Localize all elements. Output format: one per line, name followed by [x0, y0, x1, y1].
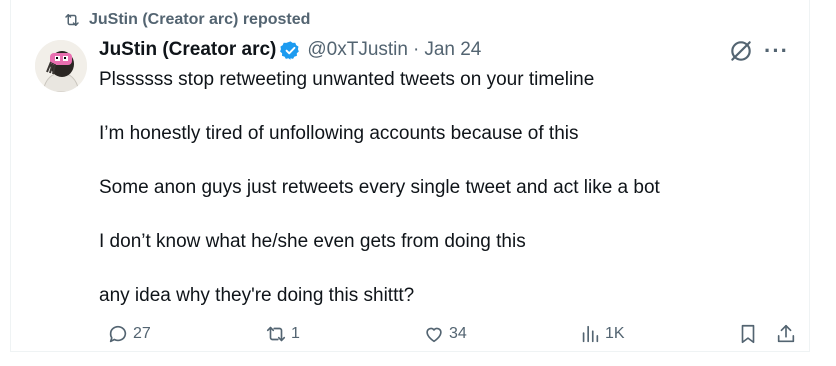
tweet-card[interactable]: JuStin (Creator arc) reposted JuStin (Cr… — [10, 0, 810, 352]
separator-dot: · — [412, 39, 420, 60]
like-button[interactable]: 34 — [423, 323, 467, 345]
views-count: 1K — [605, 325, 625, 342]
repost-indicator[interactable]: JuStin (Creator arc) reposted — [63, 10, 310, 30]
more-icon[interactable]: ··· — [764, 40, 789, 62]
reply-icon — [109, 325, 127, 343]
author-name[interactable]: JuStin (Creator arc) — [99, 39, 276, 61]
repost-icon — [65, 14, 79, 26]
verified-badge-icon — [280, 40, 300, 60]
tweet-line: Plssssss stop retweeting unwanted tweets… — [99, 69, 595, 90]
retweet-button[interactable]: 1 — [265, 323, 300, 345]
repost-text: JuStin (Creator arc) reposted — [89, 11, 311, 28]
share-icon — [777, 324, 795, 343]
tweet-text: Plssssss stop retweeting unwanted tweets… — [99, 66, 789, 336]
views-icon — [582, 325, 599, 343]
tweet-date[interactable]: Jan 24 — [424, 39, 481, 61]
tweet-line: I don’t know what he/she even gets from … — [99, 231, 526, 252]
retweet-icon — [266, 326, 286, 342]
tweet-line: I’m honestly tired of unfollowing accoun… — [99, 123, 579, 144]
bookmark-button[interactable] — [737, 323, 763, 345]
views-button[interactable]: 1K — [579, 323, 625, 345]
tweet-line: Some anon guys just retweets every singl… — [99, 177, 660, 198]
bookmark-icon — [741, 324, 755, 344]
author-handle[interactable]: @0xTJustin — [307, 39, 408, 61]
tweet-header: JuStin (Creator arc) @0xTJustin · Jan 24 — [99, 38, 481, 62]
avatar[interactable] — [35, 40, 87, 92]
tweet-actions: 27 1 34 1K — [99, 323, 799, 349]
tweet-line: any idea why they're doing this shittt? — [99, 285, 415, 306]
avatar-image — [35, 40, 87, 92]
tweet-top-actions: ··· — [728, 38, 789, 64]
like-icon — [426, 327, 442, 343]
like-count: 34 — [449, 325, 467, 342]
grok-icon[interactable] — [728, 38, 754, 64]
retweet-count: 1 — [291, 325, 300, 342]
reply-count: 27 — [133, 325, 151, 342]
reply-button[interactable]: 27 — [107, 323, 151, 345]
share-button[interactable] — [775, 323, 801, 345]
